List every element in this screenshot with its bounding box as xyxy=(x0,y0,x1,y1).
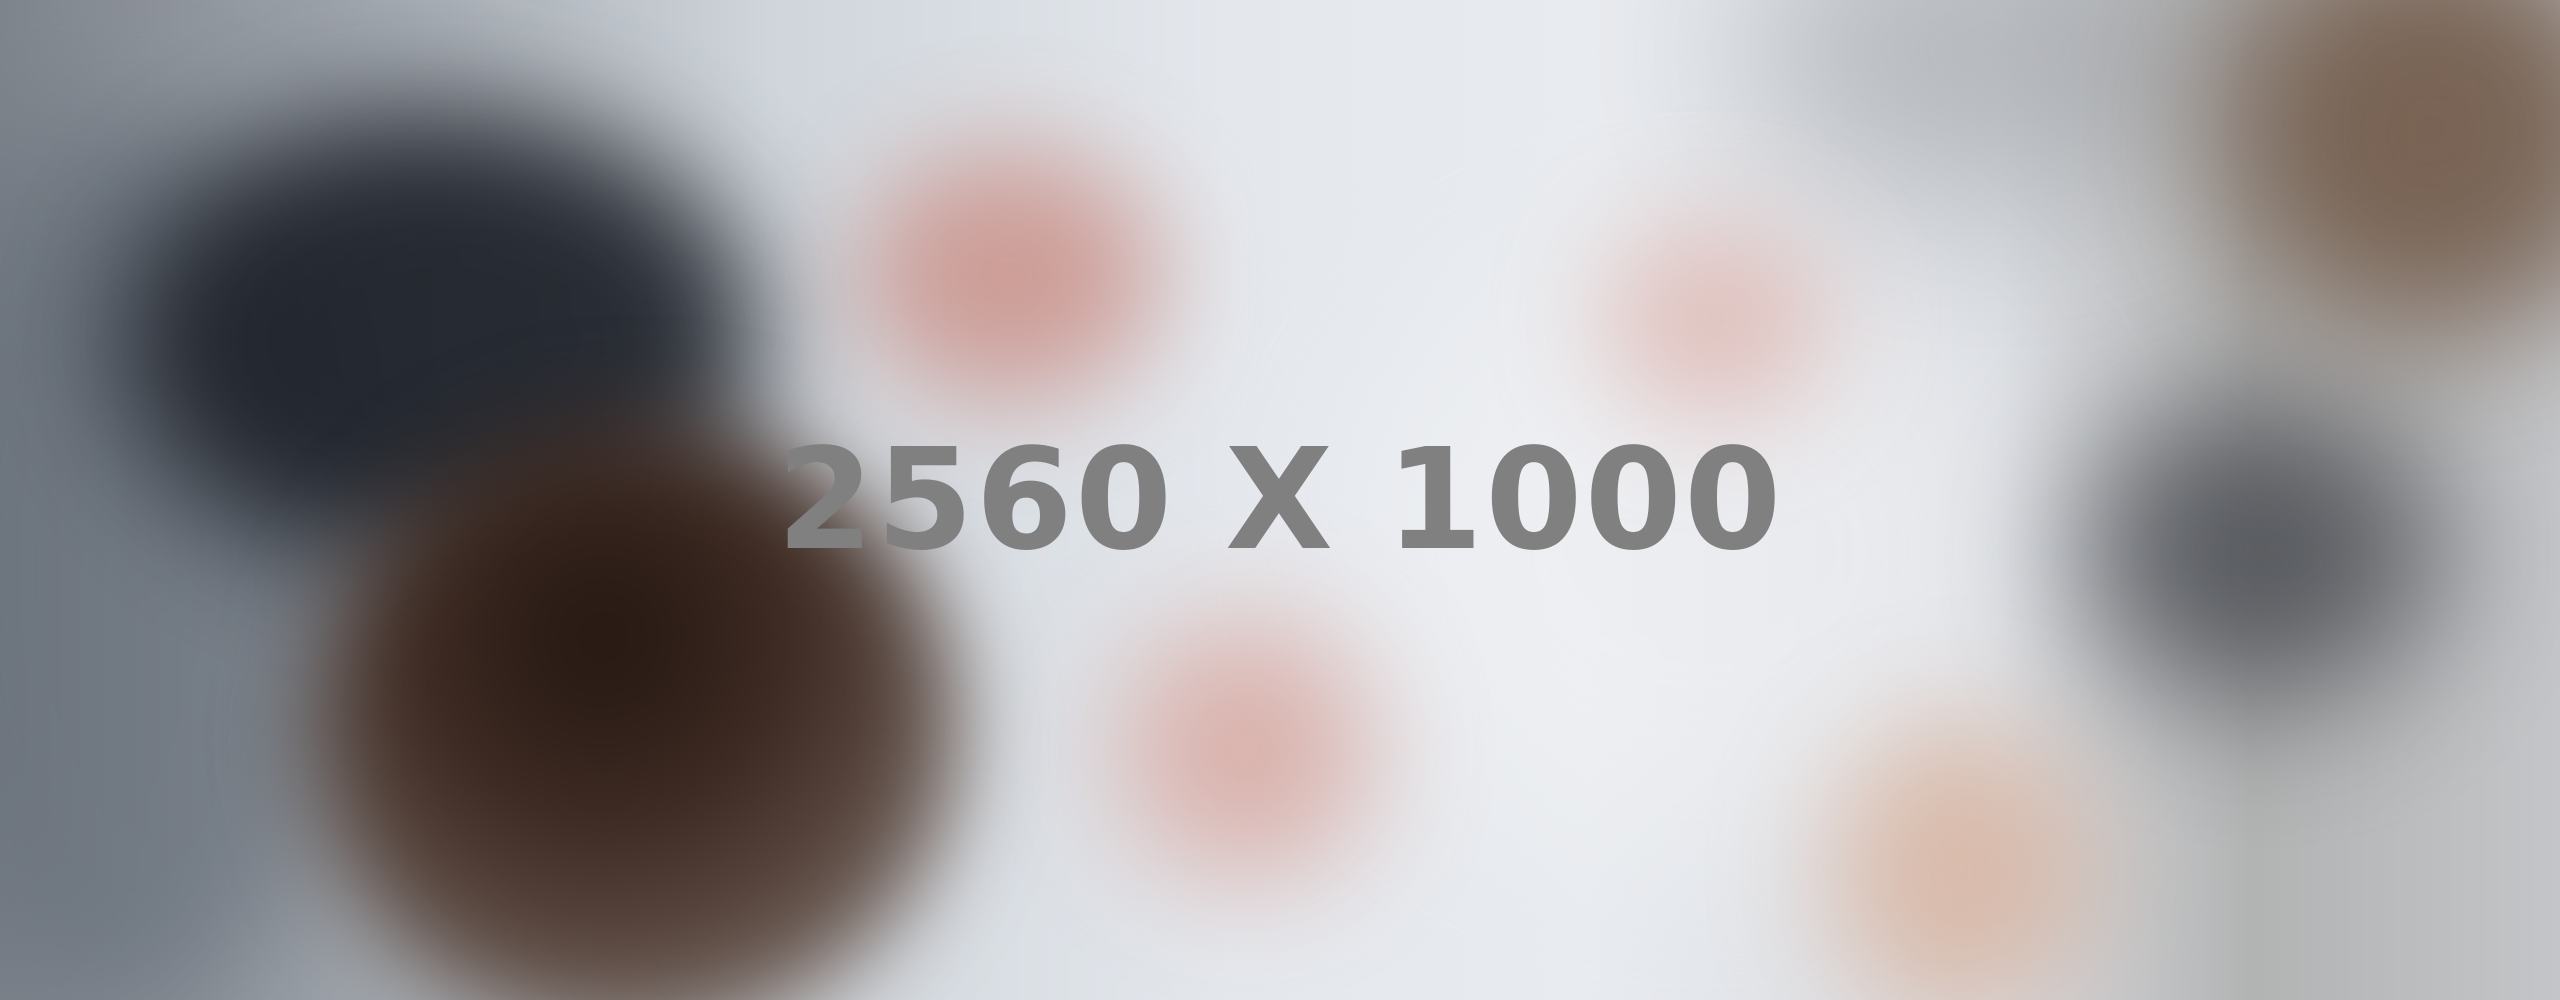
dimension-label: 2560 X 1000 xyxy=(776,418,1784,582)
placeholder-image: 2560 X 1000 xyxy=(0,0,2560,1000)
